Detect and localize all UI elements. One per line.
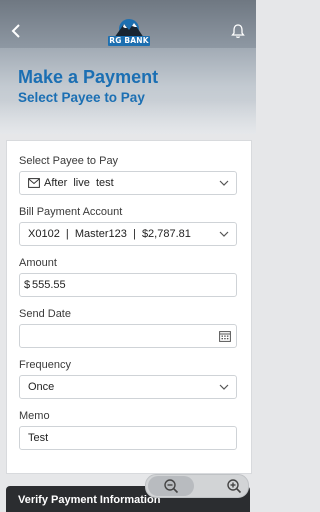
chevron-down-icon (219, 231, 229, 237)
zoom-control (145, 474, 249, 498)
amount-label: Amount (19, 257, 57, 269)
back-button[interactable] (6, 20, 26, 42)
chevron-down-icon (219, 384, 229, 390)
memo-value: Test (28, 432, 49, 444)
payee-select[interactable]: After live test (19, 171, 237, 195)
amount-value: 555.55 (32, 279, 66, 291)
memo-input[interactable]: Test (19, 426, 237, 450)
zoom-out-icon (164, 479, 179, 494)
amount-input[interactable]: $ 555.55 (19, 273, 237, 297)
logo-text: RG BANK (108, 36, 150, 46)
zoom-in-icon (227, 479, 242, 494)
chevron-down-icon (219, 180, 229, 186)
send-date-label: Send Date (19, 308, 71, 320)
account-select[interactable]: X0102 | Master123 | $2,787.81 (19, 222, 237, 246)
page-header-banner: Make a Payment Select Payee to Pay (0, 48, 256, 134)
mail-icon (28, 178, 40, 188)
payment-form: Select Payee to Pay After live test Bill… (6, 140, 252, 474)
verify-payment-label: Verify Payment Information (18, 494, 161, 506)
calendar-icon[interactable] (219, 330, 231, 342)
payee-value: After live test (44, 177, 114, 189)
bank-logo: RG BANK (108, 18, 150, 48)
bell-icon (231, 24, 245, 38)
frequency-value: Once (28, 381, 55, 393)
memo-label: Memo (19, 410, 50, 422)
page-title: Make a Payment (18, 67, 159, 87)
top-bar: RG BANK (0, 0, 256, 48)
notifications-button[interactable] (228, 20, 248, 42)
page-subtitle: Select Payee to Pay (18, 90, 145, 105)
payee-label: Select Payee to Pay (19, 155, 119, 167)
account-value: X0102 | Master123 | $2,787.81 (28, 228, 191, 240)
send-date-input[interactable] (19, 324, 237, 348)
app-screen: RG BANK Make a Payment Select Payee to P… (0, 0, 256, 512)
account-label: Bill Payment Account (19, 206, 123, 218)
chevron-left-icon (11, 24, 20, 38)
zoom-out-button[interactable] (148, 476, 194, 496)
frequency-select[interactable]: Once (19, 375, 237, 399)
zoom-in-button[interactable] (224, 476, 244, 496)
currency-symbol: $ (24, 279, 31, 291)
frequency-label: Frequency (19, 359, 71, 371)
